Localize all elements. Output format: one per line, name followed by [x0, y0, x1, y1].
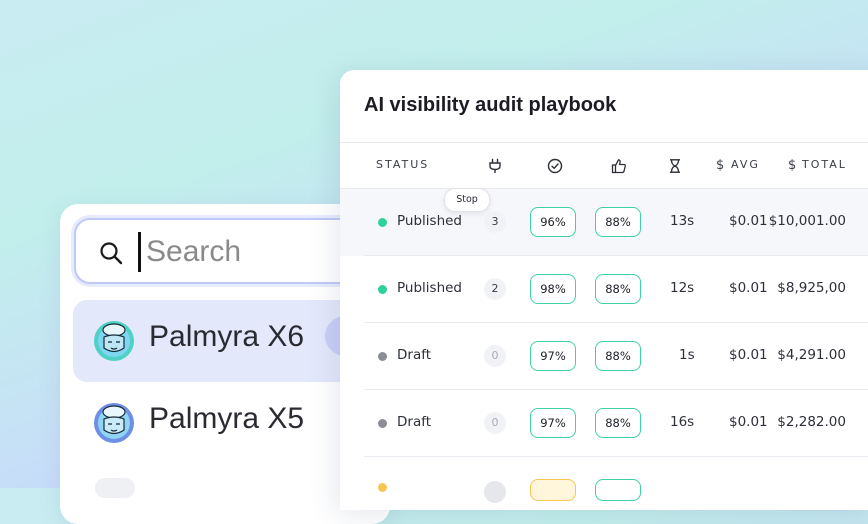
status-dot	[378, 285, 387, 294]
dollar-icon: $	[788, 158, 797, 173]
status-label: Draft	[397, 414, 432, 430]
column-header-avg: AVG	[731, 158, 760, 171]
model-option-palmyra-x5[interactable]: Palmyra X5	[73, 382, 373, 464]
table-row[interactable]	[364, 456, 868, 510]
column-header-status: STATUS	[376, 158, 430, 171]
rating-pill: 88%	[595, 274, 641, 304]
model-name: Palmyra X6	[149, 320, 305, 353]
duration: 16s	[670, 414, 695, 430]
table-row[interactable]: Draft 0 97% 88% 16s $0.01 $2,282.00	[364, 389, 868, 457]
card-title: AI visibility audit playbook	[364, 94, 617, 116]
duration: 1s	[679, 347, 695, 363]
count-badge: 0	[484, 345, 506, 367]
rating-pill	[595, 479, 641, 501]
total-cost: $4,291.00	[777, 347, 846, 363]
rating-pill: 88%	[595, 207, 641, 237]
search-input[interactable]	[146, 232, 366, 272]
table-row[interactable]: Draft 0 97% 88% 1s $0.01 $4,291.00	[364, 322, 868, 390]
total-cost: $10,001.00	[768, 213, 846, 229]
audit-table-card: AI visibility audit playbook STATUS $ AV…	[340, 70, 868, 510]
rating-pill: 88%	[595, 408, 641, 438]
model-avatar-icon	[94, 321, 134, 361]
check-circle-icon	[547, 158, 563, 174]
model-avatar-icon	[94, 403, 134, 443]
model-option-partial	[95, 478, 135, 498]
duration: 12s	[670, 280, 695, 296]
score-pill: 98%	[530, 274, 576, 304]
total-cost: $2,282.00	[777, 414, 846, 430]
table-row[interactable]: Published 2 98% 88% 12s $0.01 $8,925,00	[364, 255, 868, 323]
count-badge: 2	[484, 278, 506, 300]
dollar-icon: $	[716, 158, 725, 173]
duration: 13s	[670, 213, 695, 229]
hourglass-icon	[670, 159, 680, 173]
count-badge	[484, 481, 506, 503]
thumbs-up-icon	[611, 159, 626, 174]
model-name: Palmyra X5	[149, 402, 305, 435]
count-badge: 3	[484, 211, 506, 233]
status-label: Draft	[397, 347, 432, 363]
count-badge: 0	[484, 412, 506, 434]
search-box[interactable]	[74, 218, 374, 284]
column-header-total: TOTAL	[802, 158, 847, 171]
plug-icon	[489, 158, 501, 173]
score-pill	[530, 479, 576, 501]
divider	[340, 142, 868, 143]
stop-tooltip[interactable]: Stop	[444, 188, 490, 212]
score-pill: 96%	[530, 207, 576, 237]
text-cursor	[138, 232, 141, 272]
table-row[interactable]: Published 3 96% 88% 13s $0.01 $10,001.00	[340, 188, 868, 256]
total-cost: $8,925,00	[777, 280, 846, 296]
score-pill: 97%	[530, 408, 576, 438]
search-icon	[100, 242, 123, 265]
status-dot	[378, 352, 387, 361]
score-pill: 97%	[530, 341, 576, 371]
status-dot	[378, 419, 387, 428]
status-label: Published	[397, 280, 462, 296]
model-option-palmyra-x6[interactable]: Palmyra X6	[73, 300, 373, 382]
status-label: Published	[397, 213, 462, 229]
status-dot	[378, 218, 387, 227]
rating-pill: 88%	[595, 341, 641, 371]
